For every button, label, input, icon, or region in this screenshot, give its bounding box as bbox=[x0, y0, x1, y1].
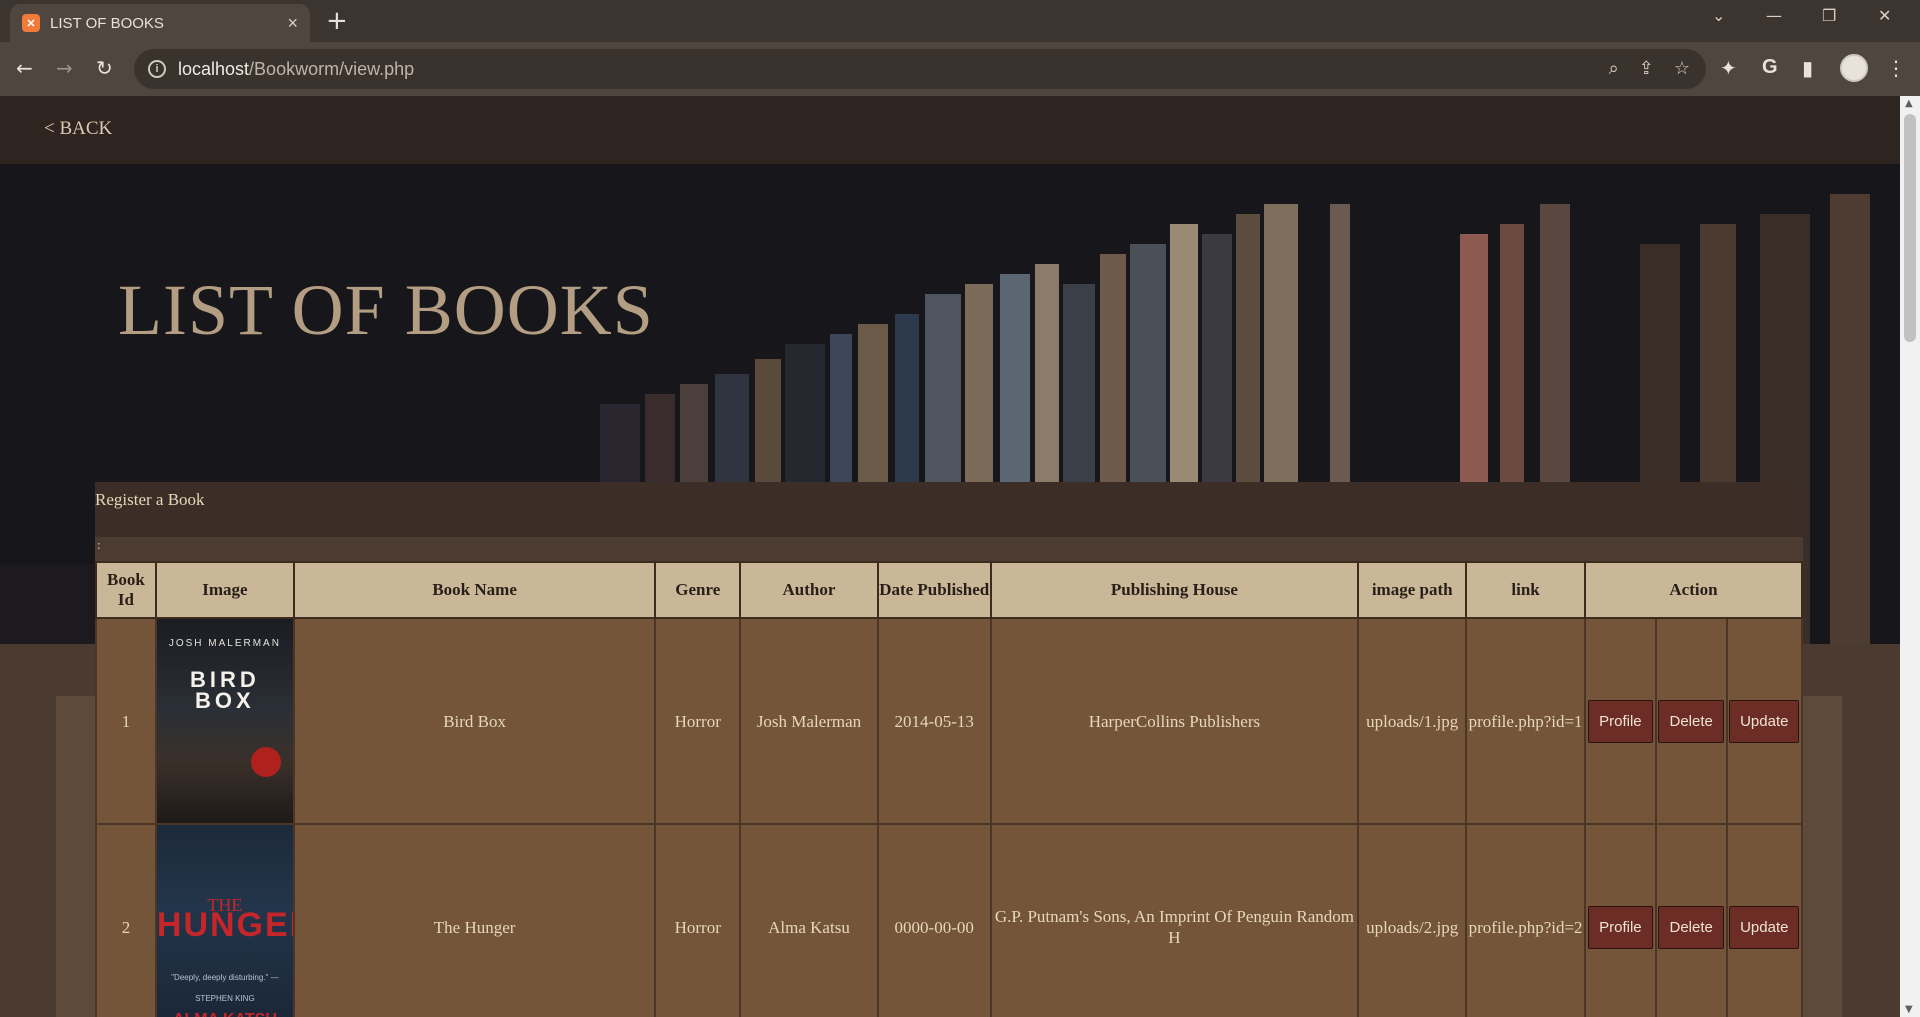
window-close-icon[interactable]: ✕ bbox=[1878, 6, 1891, 25]
register-book-link[interactable]: Register a Book bbox=[95, 490, 205, 510]
share-icon[interactable]: ⇪ bbox=[1639, 58, 1654, 79]
header-book-name: Book Name bbox=[292, 561, 657, 619]
table-row: 2 THE HUNGER "Deeply, deeply disturbing.… bbox=[95, 823, 1804, 1017]
cell-genre: Horror bbox=[654, 823, 742, 1017]
cell-action-profile: Profile bbox=[1584, 617, 1657, 825]
table-row: 1 JOSH MALERMAN BIRD BOX Bird Box Horror… bbox=[95, 617, 1804, 825]
delete-button[interactable]: Delete bbox=[1658, 699, 1724, 743]
tab-title: LIST OF BOOKS bbox=[50, 14, 164, 32]
chevron-down-icon[interactable]: ⌄ bbox=[1712, 6, 1725, 25]
google-icon[interactable]: G bbox=[1762, 56, 1778, 79]
delete-button[interactable]: Delete bbox=[1658, 905, 1724, 949]
tab-bar: ✕ LIST OF BOOKS × + ⌄ — ❐ ✕ bbox=[0, 0, 1920, 42]
cell-author: Alma Katsu bbox=[739, 823, 879, 1017]
books-table: Book Id Image Book Name Genre Author Dat… bbox=[95, 561, 1804, 1017]
star-icon[interactable]: ☆ bbox=[1674, 58, 1690, 79]
scrollbar-thumb[interactable] bbox=[1904, 114, 1916, 342]
back-link[interactable]: < BACK bbox=[44, 118, 112, 140]
cell-action-update: Update bbox=[1725, 823, 1804, 1017]
update-button[interactable]: Update bbox=[1729, 699, 1800, 743]
browser-tab[interactable]: ✕ LIST OF BOOKS × bbox=[10, 4, 310, 42]
info-icon[interactable]: i bbox=[148, 60, 166, 78]
close-icon[interactable]: × bbox=[287, 13, 298, 34]
menu-icon[interactable]: ⋮ bbox=[1886, 56, 1906, 80]
cell-image-path: uploads/2.jpg bbox=[1357, 823, 1468, 1017]
cell-book-id: 1 bbox=[95, 617, 157, 825]
cell-book-name: The Hunger bbox=[292, 823, 657, 1017]
sidepanel-icon[interactable]: ▮ bbox=[1802, 56, 1813, 80]
header-date-published: Date Published bbox=[876, 561, 992, 619]
cell-genre: Horror bbox=[654, 617, 742, 825]
cell-publisher: G.P. Putnam's Sons, An Imprint Of Pengui… bbox=[989, 823, 1360, 1017]
plus-icon[interactable]: + bbox=[326, 8, 348, 34]
scroll-up-icon[interactable]: ▲ bbox=[1905, 98, 1913, 109]
header-author: Author bbox=[739, 561, 879, 619]
cell-link: profile.php?id=1 bbox=[1465, 617, 1586, 825]
cell-action-delete: Delete bbox=[1654, 823, 1728, 1017]
profile-button[interactable]: Profile bbox=[1588, 699, 1653, 743]
xampp-favicon: ✕ bbox=[22, 14, 40, 32]
cell-publisher: HarperCollins Publishers bbox=[989, 617, 1360, 825]
browser-toolbar: ← → ↻ i localhost/Bookworm/view.php ⌕ ⇪ … bbox=[0, 42, 1920, 96]
cell-image: JOSH MALERMAN BIRD BOX bbox=[154, 617, 295, 825]
update-button[interactable]: Update bbox=[1729, 905, 1800, 949]
zoom-icon[interactable]: ⌕ bbox=[1609, 58, 1619, 79]
back-arrow-icon[interactable]: ← bbox=[16, 56, 33, 80]
cell-book-id: 2 bbox=[95, 823, 157, 1017]
minimize-icon[interactable]: — bbox=[1766, 6, 1782, 25]
cell-action-delete: Delete bbox=[1654, 617, 1728, 825]
cell-action-update: Update bbox=[1725, 617, 1804, 825]
scroll-down-icon[interactable]: ▼ bbox=[1905, 1004, 1913, 1015]
cell-action-profile: Profile bbox=[1584, 823, 1657, 1017]
header-image-path: image path bbox=[1357, 561, 1468, 619]
header-image: Image bbox=[154, 561, 295, 619]
cell-author: Josh Malerman bbox=[739, 617, 879, 825]
table-header-row: Book Id Image Book Name Genre Author Dat… bbox=[95, 561, 1803, 619]
cell-date: 2014-05-13 bbox=[876, 617, 992, 825]
cell-image-path: uploads/1.jpg bbox=[1357, 617, 1468, 825]
header-link: link bbox=[1465, 561, 1586, 619]
panel-subheader: : bbox=[95, 537, 1803, 561]
panel-header: Register a Book bbox=[95, 482, 1803, 537]
extensions-icon[interactable]: ✦ bbox=[1720, 56, 1737, 80]
book-cover-image: JOSH MALERMAN BIRD BOX bbox=[156, 619, 293, 823]
page-scrollbar[interactable]: ▲ ▼ bbox=[1900, 96, 1920, 1017]
header-publishing-house: Publishing House bbox=[989, 561, 1360, 619]
restore-icon[interactable]: ❐ bbox=[1822, 6, 1836, 25]
cell-image: THE HUNGER "Deeply, deeply disturbing." … bbox=[154, 823, 295, 1017]
page-title: LIST OF BOOKS bbox=[118, 270, 654, 350]
header-genre: Genre bbox=[654, 561, 742, 619]
cell-date: 0000-00-00 bbox=[876, 823, 992, 1017]
reload-icon[interactable]: ↻ bbox=[96, 56, 113, 80]
profile-button[interactable]: Profile bbox=[1588, 905, 1653, 949]
page-content: < BACK LIST OF BOOKS Register a Book: B… bbox=[0, 96, 1900, 1017]
avatar[interactable] bbox=[1840, 54, 1868, 82]
header-action: Action bbox=[1584, 561, 1803, 619]
forward-arrow-icon[interactable]: → bbox=[56, 56, 73, 80]
books-panel: Register a Book : Book Id Image Book Nam… bbox=[95, 482, 1804, 1017]
header-book-id: Book Id bbox=[95, 561, 157, 619]
cell-book-name: Bird Box bbox=[292, 617, 657, 825]
cell-link: profile.php?id=2 bbox=[1465, 823, 1586, 1017]
book-cover-image: THE HUNGER "Deeply, deeply disturbing." … bbox=[156, 825, 293, 1017]
url-text: localhost/Bookworm/view.php bbox=[178, 58, 415, 79]
address-bar[interactable]: i localhost/Bookworm/view.php ⌕ ⇪ ☆ bbox=[134, 49, 1706, 89]
top-navigation: < BACK bbox=[0, 96, 1900, 164]
